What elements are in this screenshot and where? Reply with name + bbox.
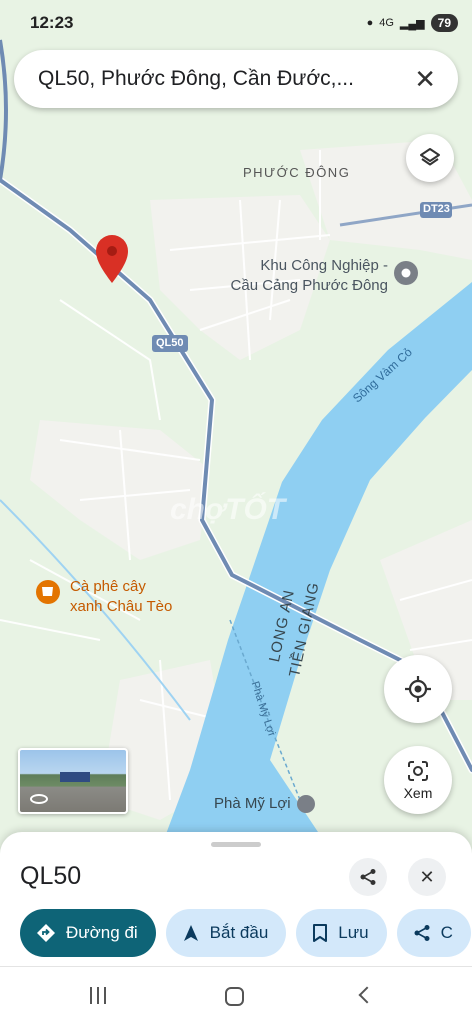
start-label: Bắt đầu <box>209 923 269 942</box>
share-icon <box>414 925 430 941</box>
home-button[interactable] <box>225 987 244 1006</box>
close-icon[interactable]: ✕ <box>414 64 436 95</box>
close-icon: ✕ <box>419 866 435 887</box>
sheet-drag-handle[interactable] <box>211 842 261 847</box>
cafe-label-line1: Cà phê cây <box>70 578 146 595</box>
status-time: 12:23 <box>30 13 74 32</box>
share-icon <box>360 869 376 885</box>
lens-icon <box>408 761 428 781</box>
watermark: chợTỐT <box>170 493 286 526</box>
back-button[interactable] <box>358 986 376 1004</box>
road-ql50-label: QL50 <box>156 337 184 349</box>
save-label: Lưu <box>338 923 369 942</box>
recents-button[interactable] <box>90 987 106 1004</box>
ferry-label[interactable]: Phà Mỹ Lợi <box>214 795 291 812</box>
action-chips: Đường đi Bắt đầu Lưu C <box>20 909 471 957</box>
industrial-park-label-line1: Khu Công Nghiệp - <box>260 257 388 274</box>
industrial-park-label[interactable]: Khu Công Nghiệp - Cầu Cảng Phước Đông <box>210 256 388 296</box>
directions-icon <box>37 924 55 942</box>
directions-button[interactable]: Đường đi <box>20 909 156 957</box>
status-bar: 12:23 ● 4G ▂▄▆ 79 <box>0 0 472 46</box>
street-view-thumbnail[interactable] <box>18 748 128 814</box>
battery-level: 79 <box>430 14 458 32</box>
share-button[interactable] <box>349 858 387 896</box>
bookmark-icon <box>313 924 328 942</box>
ferry-poi-icon <box>297 795 315 813</box>
start-button[interactable]: Bắt đầu <box>165 909 287 957</box>
place-title: QL50 <box>20 862 82 890</box>
search-bar[interactable]: QL50, Phước Đông, Cần Đước,... ✕ <box>14 50 458 108</box>
map-canvas[interactable] <box>0 0 472 850</box>
cafe-label-line2: xanh Châu Tèo <box>70 598 173 615</box>
directions-label: Đường đi <box>66 923 138 942</box>
my-location-button[interactable] <box>384 655 452 723</box>
crosshair-icon <box>405 676 431 702</box>
industrial-park-label-line2: Cầu Cảng Phước Đông <box>230 277 388 294</box>
road-dt23-label: DT23 <box>423 203 450 215</box>
share-chip[interactable]: C <box>396 909 471 957</box>
rotate-360-icon <box>30 794 48 804</box>
layers-button[interactable] <box>406 134 454 182</box>
lens-button[interactable]: Xem <box>384 746 452 814</box>
navigation-arrow-icon <box>183 925 198 941</box>
signal-icon: ▂▄▆ <box>399 17 425 30</box>
lens-label: Xem <box>403 785 433 801</box>
layers-icon <box>420 148 440 166</box>
cafe-label[interactable]: Cà phê cây xanh Châu Tèo <box>70 577 172 617</box>
close-sheet-button[interactable]: ✕ <box>408 858 446 896</box>
system-nav-bar <box>0 966 472 1024</box>
share-chip-label: C <box>440 923 453 942</box>
search-query[interactable]: QL50, Phước Đông, Cần Đước,... <box>38 67 400 91</box>
area-label: PHƯỚC ĐÔNG <box>243 165 351 180</box>
save-button[interactable]: Lưu <box>296 909 387 957</box>
network-type: 4G <box>379 17 394 29</box>
street-view-building <box>60 772 90 782</box>
location-status-icon: ● <box>366 17 374 29</box>
